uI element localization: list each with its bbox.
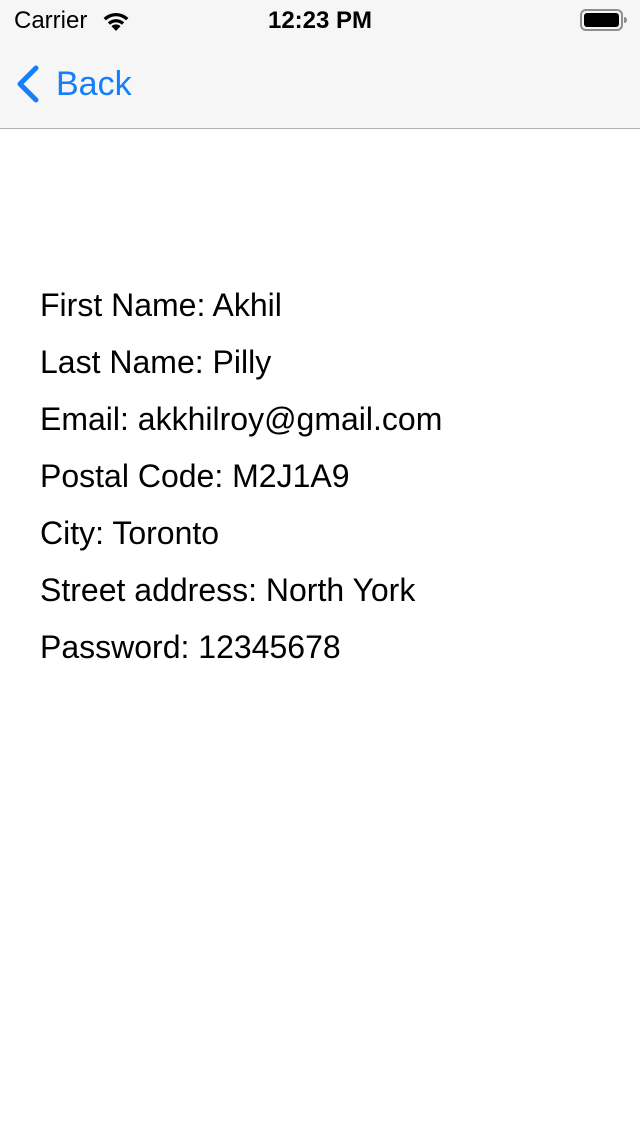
password-line: Password: 12345678 — [40, 629, 341, 665]
back-button[interactable]: Back — [14, 62, 132, 106]
city-line: City: Toronto — [40, 515, 220, 551]
status-time: 12:23 PM — [267, 7, 373, 34]
user-details-list: First Name: Akhil Last Name: Pilly Email… — [40, 277, 442, 676]
last-name-line: Last Name: Pilly — [40, 344, 272, 380]
postal-code-line: Postal Code: M2J1A9 — [40, 458, 350, 494]
chevron-left-icon — [17, 65, 39, 103]
status-bar: Carrier 12:23 PM — [0, 0, 640, 40]
navigation-bar: Back — [0, 40, 640, 128]
street-address-line: Street address: North York — [40, 572, 416, 608]
back-button-label: Back — [56, 65, 132, 103]
email-line: Email: akkhilroy@gmail.com — [40, 401, 443, 437]
top-bar-background: Carrier 12:23 PM Back — [0, 0, 640, 129]
battery-icon — [580, 9, 627, 31]
first-name-line: First Name: Akhil — [40, 287, 282, 323]
